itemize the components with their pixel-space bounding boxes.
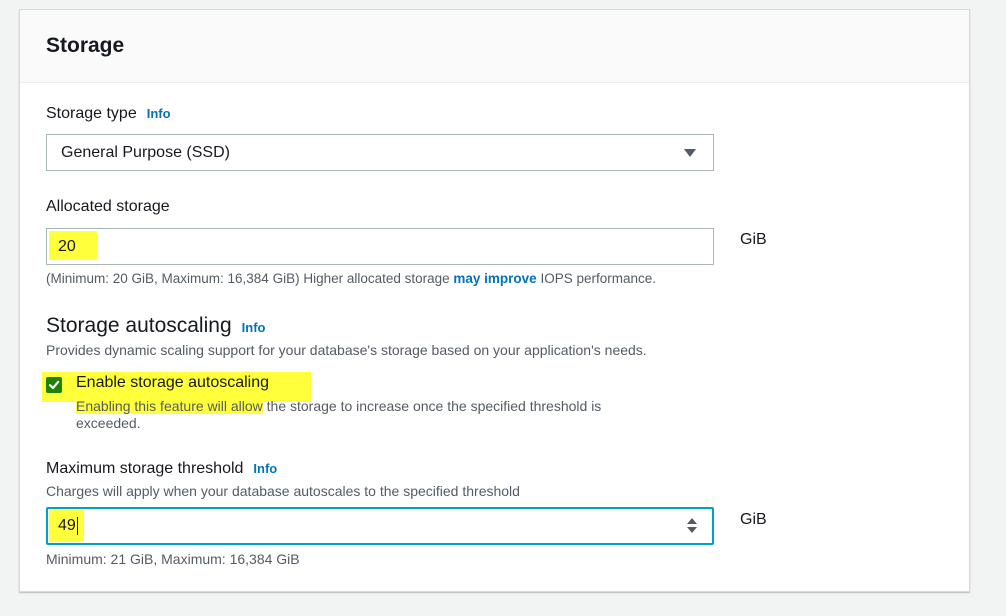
max-threshold-label: Maximum storage threshold	[46, 460, 244, 477]
storage-type-label-row: Storage type Info	[46, 105, 171, 123]
autoscaling-heading: Storage autoscaling	[46, 314, 232, 337]
autoscaling-checkbox-description-line1: Enabling this feature will allow the sto…	[76, 398, 601, 414]
allocated-storage-value: 20	[49, 231, 97, 260]
checkbox-desc-highlight: Enabling this feature will allow	[76, 398, 263, 414]
may-improve-link[interactable]: may improve	[453, 271, 536, 286]
max-threshold-value: 49	[58, 517, 76, 534]
checkmark-icon	[48, 380, 60, 390]
storage-panel: Storage Storage type Info General Purpose…	[19, 9, 970, 592]
text-cursor	[76, 516, 78, 535]
allocated-storage-label: Allocated storage	[46, 198, 170, 215]
caret-down-icon	[684, 149, 696, 157]
storage-type-selected-value: General Purpose (SSD)	[61, 144, 230, 161]
hint-suffix: IOPS performance.	[536, 271, 657, 286]
stepper-down-icon[interactable]	[687, 527, 697, 533]
max-threshold-hint: Minimum: 21 GiB, Maximum: 16,384 GiB	[46, 551, 300, 567]
max-threshold-label-row: Maximum storage threshold Info	[46, 460, 277, 478]
storage-type-info-link[interactable]: Info	[147, 106, 171, 121]
storage-type-select[interactable]: General Purpose (SSD)	[46, 134, 714, 171]
storage-type-label: Storage type	[46, 105, 137, 122]
number-stepper-icon[interactable]	[687, 518, 697, 534]
max-threshold-input[interactable]: 49	[46, 507, 714, 545]
stepper-up-icon[interactable]	[687, 518, 697, 524]
autoscaling-description: Provides dynamic scaling support for you…	[46, 342, 647, 358]
autoscaling-heading-row: Storage autoscaling Info	[46, 314, 265, 338]
panel-header: Storage	[20, 10, 969, 83]
autoscaling-info-link[interactable]: Info	[242, 320, 266, 335]
allocated-storage-input[interactable]: 20	[46, 228, 714, 265]
allocated-storage-hint: (Minimum: 20 GiB, Maximum: 16,384 GiB) H…	[46, 271, 656, 286]
max-threshold-unit: GiB	[740, 511, 767, 528]
max-threshold-value-wrap: 49	[49, 510, 84, 542]
autoscaling-checkbox-description-line2: exceeded.	[76, 415, 141, 431]
max-threshold-info-link[interactable]: Info	[253, 461, 277, 476]
section-title: Storage	[46, 34, 125, 57]
hint-prefix: (Minimum: 20 GiB, Maximum: 16,384 GiB) H…	[46, 271, 454, 286]
enable-autoscaling-label[interactable]: Enable storage autoscaling	[76, 374, 269, 392]
allocated-storage-unit: GiB	[740, 231, 767, 248]
checkbox-desc-rest: the storage to increase once the specifi…	[262, 398, 602, 414]
max-threshold-description: Charges will apply when your database au…	[46, 483, 520, 499]
enable-autoscaling-checkbox[interactable]	[46, 377, 62, 393]
